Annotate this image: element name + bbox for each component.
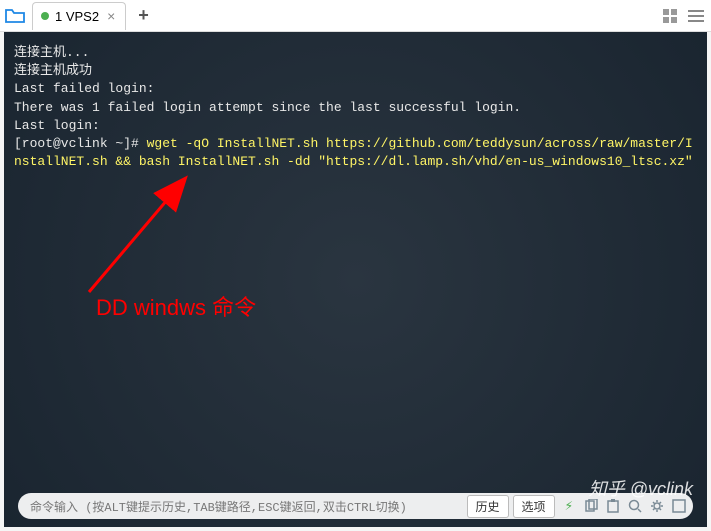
history-button[interactable]: 历史 [467, 495, 509, 518]
grid-view-icon[interactable] [659, 5, 681, 27]
fullscreen-icon[interactable] [669, 496, 689, 516]
terminal-line: Last failed login: [14, 80, 697, 98]
copy-icon[interactable] [581, 496, 601, 516]
tab-vps2[interactable]: 1 VPS2 × [32, 2, 126, 30]
terminal-line: There was 1 failed login attempt since t… [14, 99, 697, 117]
terminal-command-line: [root@vclink ~]# wget -qO InstallNET.sh … [14, 135, 697, 171]
terminal-line: Last login: [14, 117, 697, 135]
terminal-pane[interactable]: 连接主机... 连接主机成功 Last failed login: There … [4, 32, 707, 527]
gear-icon[interactable] [647, 496, 667, 516]
terminal-line: 连接主机... [14, 44, 697, 62]
terminal-line: 连接主机成功 [14, 62, 697, 80]
annotation-arrow [74, 172, 204, 302]
command-bar: 命令输入 (按ALT键提示历史,TAB键路径,ESC键返回,双击CTRL切换) … [18, 493, 693, 519]
bolt-icon: ⚡ [565, 498, 573, 515]
close-icon[interactable]: × [107, 8, 115, 24]
add-tab-button[interactable]: + [130, 5, 157, 26]
annotation-label: DD windws 命令 [96, 290, 256, 322]
menu-icon[interactable] [685, 5, 707, 27]
status-dot-icon [41, 12, 49, 20]
command-input[interactable]: 命令输入 (按ALT键提示历史,TAB键路径,ESC键返回,双击CTRL切换) [30, 498, 463, 515]
tab-label: 1 VPS2 [55, 9, 99, 24]
search-icon[interactable] [625, 496, 645, 516]
tab-bar: 1 VPS2 × + [0, 0, 711, 32]
paste-icon[interactable] [603, 496, 623, 516]
folder-icon[interactable] [4, 5, 26, 27]
options-button[interactable]: 选项 [513, 495, 555, 518]
